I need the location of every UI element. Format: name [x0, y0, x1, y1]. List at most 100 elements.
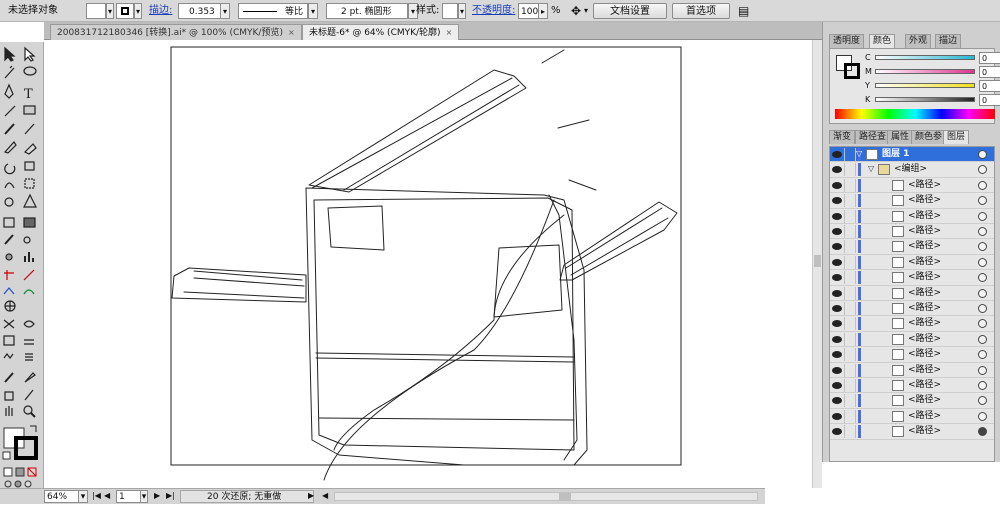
knife-tool-icon[interactable]: [24, 389, 34, 401]
visibility-eye-icon[interactable]: [832, 289, 842, 297]
lock-toggle[interactable]: [844, 348, 856, 362]
next-artboard-button[interactable]: ▶: [154, 490, 160, 503]
group-row[interactable]: ▽ <编组>: [830, 162, 994, 178]
cyan-value-input[interactable]: 0: [979, 52, 1000, 64]
target-icon[interactable]: [978, 180, 987, 190]
path-row[interactable]: <路径>: [830, 255, 994, 271]
target-icon[interactable]: [978, 211, 987, 221]
blob-brush-tool-icon[interactable]: [3, 141, 17, 154]
lock-toggle[interactable]: [844, 286, 856, 300]
target-icon[interactable]: [978, 381, 987, 390]
lock-toggle[interactable]: [844, 317, 856, 331]
draw-normal-icon[interactable]: [4, 480, 12, 488]
grid-tool-icon[interactable]: [3, 335, 15, 346]
lock-toggle[interactable]: [844, 409, 856, 423]
scale-tool-icon[interactable]: [24, 161, 35, 171]
path-row[interactable]: <路径>: [830, 286, 994, 301]
document-canvas[interactable]: [44, 40, 856, 488]
color-mode-icon[interactable]: [3, 467, 13, 477]
style-dropdown[interactable]: ▾: [458, 3, 466, 19]
last-artboard-button[interactable]: ▶|: [166, 490, 175, 503]
target-icon[interactable]: [978, 273, 987, 283]
stroke-profile-dropdown[interactable]: ▾: [308, 3, 318, 19]
tab-gradient[interactable]: 渐变: [829, 130, 856, 144]
target-icon[interactable]: [978, 288, 987, 298]
tab-document-2[interactable]: 未标题-6* @ 64% (CMYK/轮廓) ×: [302, 24, 460, 40]
path-row[interactable]: <路径>: [830, 393, 994, 409]
column-graph-tool-icon[interactable]: [24, 252, 34, 262]
path-row[interactable]: <路径>: [830, 239, 994, 255]
first-artboard-button[interactable]: |◀: [92, 490, 101, 503]
shape-builder-tool-icon[interactable]: [4, 197, 14, 207]
visibility-eye-icon[interactable]: [832, 274, 842, 282]
stroke-label[interactable]: 描边:: [149, 3, 172, 19]
none-mode-icon[interactable]: [27, 467, 37, 477]
magenta-slider[interactable]: [875, 69, 975, 74]
cyan-slider[interactable]: [875, 55, 975, 60]
visibility-eye-icon[interactable]: [832, 166, 842, 174]
target-icon[interactable]: [978, 304, 987, 313]
zoom-dropdown[interactable]: ▾: [78, 490, 88, 503]
blend-tool-icon[interactable]: [23, 236, 31, 244]
visibility-eye-icon[interactable]: [832, 197, 842, 205]
paintbrush-tool-icon[interactable]: [4, 123, 15, 135]
yellow-value-input[interactable]: 0: [979, 80, 1000, 92]
visibility-eye-icon[interactable]: [832, 258, 842, 266]
lock-toggle[interactable]: [844, 379, 856, 392]
smooth-tool-icon[interactable]: [24, 339, 34, 345]
target-icon[interactable]: [978, 411, 987, 421]
lock-toggle[interactable]: [844, 148, 856, 161]
path-row[interactable]: <路径>: [830, 209, 994, 224]
path-row[interactable]: <路径>: [830, 193, 994, 209]
tab-transparency[interactable]: 透明度: [829, 34, 865, 48]
horizontal-scrollbar[interactable]: [334, 492, 758, 501]
artboard-dropdown[interactable]: ▾: [140, 490, 148, 503]
mesh-tool-icon[interactable]: [3, 217, 15, 228]
lasso-tool-icon[interactable]: [23, 66, 37, 76]
warp-tool-icon[interactable]: [4, 182, 15, 189]
visibility-eye-icon[interactable]: [832, 382, 842, 389]
horizontal-scroll-left[interactable]: ◀: [322, 490, 328, 503]
lock-toggle[interactable]: [844, 394, 856, 408]
preferences-button[interactable]: 首选项: [672, 3, 730, 19]
vertical-scrollbar[interactable]: [812, 40, 822, 488]
yellow-slider[interactable]: [875, 83, 975, 88]
zoom-tool-icon[interactable]: [23, 405, 33, 415]
tab-appearance[interactable]: 外观: [905, 34, 932, 48]
width-tool-icon[interactable]: [3, 287, 15, 295]
crop-area-icon[interactable]: [4, 391, 14, 401]
lock-toggle[interactable]: [844, 363, 856, 377]
recolor-icon[interactable]: ✥: [566, 3, 586, 19]
target-icon[interactable]: [978, 319, 987, 329]
lock-toggle[interactable]: [844, 332, 856, 346]
path-row[interactable]: <路径>: [830, 424, 994, 440]
live-paint-tool-icon[interactable]: [24, 372, 36, 383]
tab-stroke[interactable]: 描边: [935, 34, 962, 48]
eyedropper-tool-icon[interactable]: [4, 234, 14, 245]
lock-toggle[interactable]: [844, 302, 856, 315]
tab-pathfinder[interactable]: 路径查: [855, 130, 891, 144]
visibility-eye-icon[interactable]: [832, 228, 842, 235]
gradient-tool-icon[interactable]: [23, 217, 36, 228]
lock-toggle[interactable]: [844, 271, 856, 285]
tab-layers[interactable]: 图层: [943, 130, 970, 144]
target-icon[interactable]: [978, 396, 987, 406]
lock-toggle[interactable]: [844, 240, 856, 254]
default-colors-icon[interactable]: [2, 451, 11, 460]
hand-tool-icon[interactable]: [5, 406, 13, 416]
visibility-eye-icon[interactable]: [832, 243, 842, 251]
lock-toggle[interactable]: [844, 194, 856, 208]
black-slider[interactable]: [875, 97, 975, 102]
swap-fill-stroke-icon[interactable]: [30, 425, 37, 432]
visibility-eye-icon[interactable]: [832, 181, 842, 189]
target-icon[interactable]: [978, 257, 987, 267]
path-row[interactable]: <路径>: [830, 378, 994, 394]
close-icon[interactable]: ×: [446, 28, 453, 37]
visibility-eye-icon[interactable]: [832, 412, 842, 420]
stroke-swatch[interactable]: [116, 3, 134, 19]
vertical-scroll-thumb[interactable]: [814, 255, 821, 267]
lock-toggle[interactable]: [844, 163, 856, 177]
pencil-tool-icon[interactable]: [24, 123, 35, 135]
black-value-input[interactable]: 0: [979, 94, 1000, 106]
path-row[interactable]: <路径>: [830, 301, 994, 317]
